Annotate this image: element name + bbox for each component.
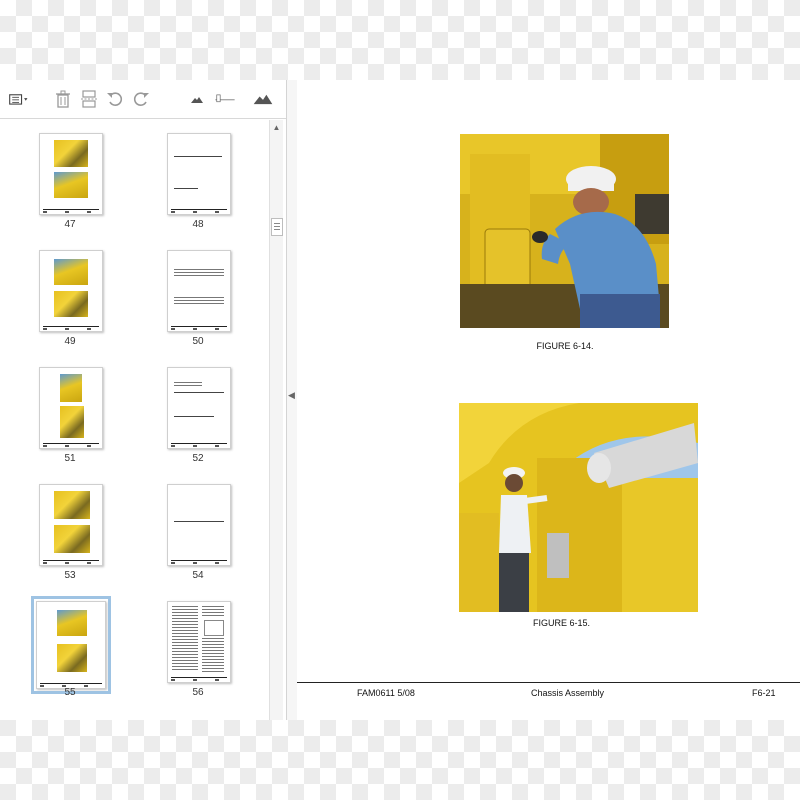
page-number-label: 54	[192, 570, 204, 581]
thumbnail-text-line	[174, 188, 198, 189]
thumbnail-footer-text	[171, 328, 227, 330]
thumbnail-grid: 47 48 49 50 51 52 53 54 55 56	[0, 119, 268, 720]
thumbnail-footer-rule	[43, 560, 99, 561]
thumbnail-photo	[54, 172, 88, 198]
thumbnail-text-block	[174, 269, 224, 277]
zoom-in-icon[interactable]	[252, 88, 278, 110]
thumbnail-footer-rule	[171, 209, 227, 210]
thumbnail-text-line	[174, 521, 224, 522]
thumbnails-toolbar	[0, 80, 286, 119]
thumbnail-text-line	[174, 416, 214, 417]
thumbnail-footer-rule	[171, 677, 227, 678]
thumbnail-footer-rule	[171, 326, 227, 327]
thumbnail-footer-text	[43, 211, 99, 213]
page-thumbnail-51[interactable]	[39, 367, 103, 449]
figure-caption: FIGURE 6-15.	[533, 618, 591, 628]
zoom-slider[interactable]	[214, 88, 246, 110]
thumbnail-photo	[54, 291, 88, 317]
page-number-label: 51	[64, 453, 76, 464]
thumbnail-footer-rule	[171, 560, 227, 561]
page-thumbnail-49[interactable]	[39, 250, 103, 332]
page-thumbnail-48[interactable]	[167, 133, 231, 215]
footer-doc-id: FAM0611 5/08	[357, 688, 415, 698]
thumbnail-footer-text	[171, 679, 227, 681]
page-thumbnails-panel: 47 48 49 50 51 52 53 54 55 56 ▲	[0, 80, 287, 720]
page-thumbnail-56[interactable]	[167, 601, 231, 683]
thumbnail-photo	[60, 374, 82, 402]
page-thumbnail-52[interactable]	[167, 367, 231, 449]
page-thumbnail-55[interactable]	[31, 596, 111, 694]
thumbnail-text-block	[202, 638, 224, 672]
thumbnail-footer-text	[171, 445, 227, 447]
panel-splitter[interactable]: ◀	[287, 80, 297, 720]
page-thumbnail-53[interactable]	[39, 484, 103, 566]
thumbnail-diagram	[204, 620, 224, 636]
thumbnail-text-block	[202, 606, 224, 618]
thumbnail-footer-text	[171, 562, 227, 564]
footer-section-title: Chassis Assembly	[531, 688, 605, 698]
page-thumbnail-47[interactable]	[39, 133, 103, 215]
thumbnail-photo	[60, 406, 84, 438]
scrollbar-thumb[interactable]	[271, 218, 283, 236]
figure-6-15-photo	[459, 403, 698, 612]
thumbnail-footer-rule	[43, 209, 99, 210]
thumbnail-footer-text	[43, 445, 99, 447]
footer-page-number: F6-21	[752, 688, 776, 698]
thumbnail-photo	[54, 140, 88, 167]
thumbnail-footer-rule	[43, 443, 99, 444]
thumbnail-options-icon[interactable]	[8, 88, 34, 110]
delete-icon[interactable]	[52, 88, 74, 110]
thumbnail-text-block	[174, 382, 202, 387]
footer-rule	[297, 682, 800, 683]
thumbnail-text-block	[174, 297, 224, 305]
thumbnail-photo	[54, 491, 90, 519]
thumbnail-footer-text	[43, 328, 99, 330]
page-number-label: 47	[64, 219, 76, 230]
thumbnail-photo	[54, 259, 88, 285]
thumbnail-text-block	[172, 606, 198, 672]
thumbnail-footer-text	[171, 211, 227, 213]
collapse-panel-arrow-icon[interactable]: ◀	[288, 390, 295, 401]
page-number-label: 52	[192, 453, 204, 464]
rotate-right-icon[interactable]	[130, 88, 152, 110]
page-number-label: 53	[64, 570, 76, 581]
thumbnail-photo	[57, 610, 87, 636]
page-thumbnail-50[interactable]	[167, 250, 231, 332]
page-thumbnail-54[interactable]	[167, 484, 231, 566]
extract-pages-icon[interactable]	[78, 88, 100, 110]
thumbnail-footer-rule	[40, 683, 102, 684]
thumbnails-scrollbar[interactable]: ▲	[269, 120, 283, 720]
scroll-up-arrow-icon[interactable]: ▲	[271, 122, 282, 133]
document-page: FIGURE 6-14. FIGURE 6-15. FAM0611 5/08 C…	[297, 80, 800, 720]
thumbnail-footer-rule	[43, 326, 99, 327]
figure-caption: FIGURE 6-14.	[536, 341, 594, 351]
page-number-label: 55	[64, 687, 76, 698]
thumbnail-photo	[54, 525, 90, 553]
thumbnail-footer-text	[43, 562, 99, 564]
thumbnail-photo	[57, 644, 87, 672]
zoom-out-icon[interactable]	[186, 88, 208, 110]
page-number-label: 48	[192, 219, 204, 230]
thumbnail-text-line	[174, 392, 224, 393]
page-number-label: 49	[64, 336, 76, 347]
thumbnail-footer-rule	[171, 443, 227, 444]
page-number-label: 56	[192, 687, 204, 698]
rotate-left-icon[interactable]	[104, 88, 126, 110]
page-number-label: 50	[192, 336, 204, 347]
figure-6-14-photo	[460, 134, 669, 328]
thumbnail-text-line	[174, 156, 222, 157]
